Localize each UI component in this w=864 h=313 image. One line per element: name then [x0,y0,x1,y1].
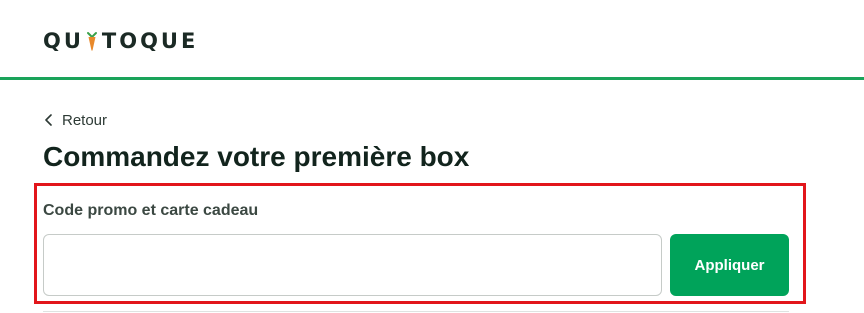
back-link-label: Retour [62,111,108,129]
back-link[interactable]: Retour [44,110,107,130]
site-header: QU TOQUE [0,0,864,80]
promo-code-label: Code promo et carte cadeau [43,202,259,219]
page-title: Commandez votre première box [43,141,470,172]
chevron-left-icon [45,114,52,126]
apply-button[interactable]: Appliquer [670,234,789,296]
logo-text-start: QU [43,29,84,53]
promo-code-input[interactable] [43,234,662,296]
section-divider [43,311,789,312]
logo-text-end: TOQUE [101,29,199,53]
quitoque-logo[interactable]: QU TOQUE [43,27,198,55]
carrot-icon [86,32,97,51]
